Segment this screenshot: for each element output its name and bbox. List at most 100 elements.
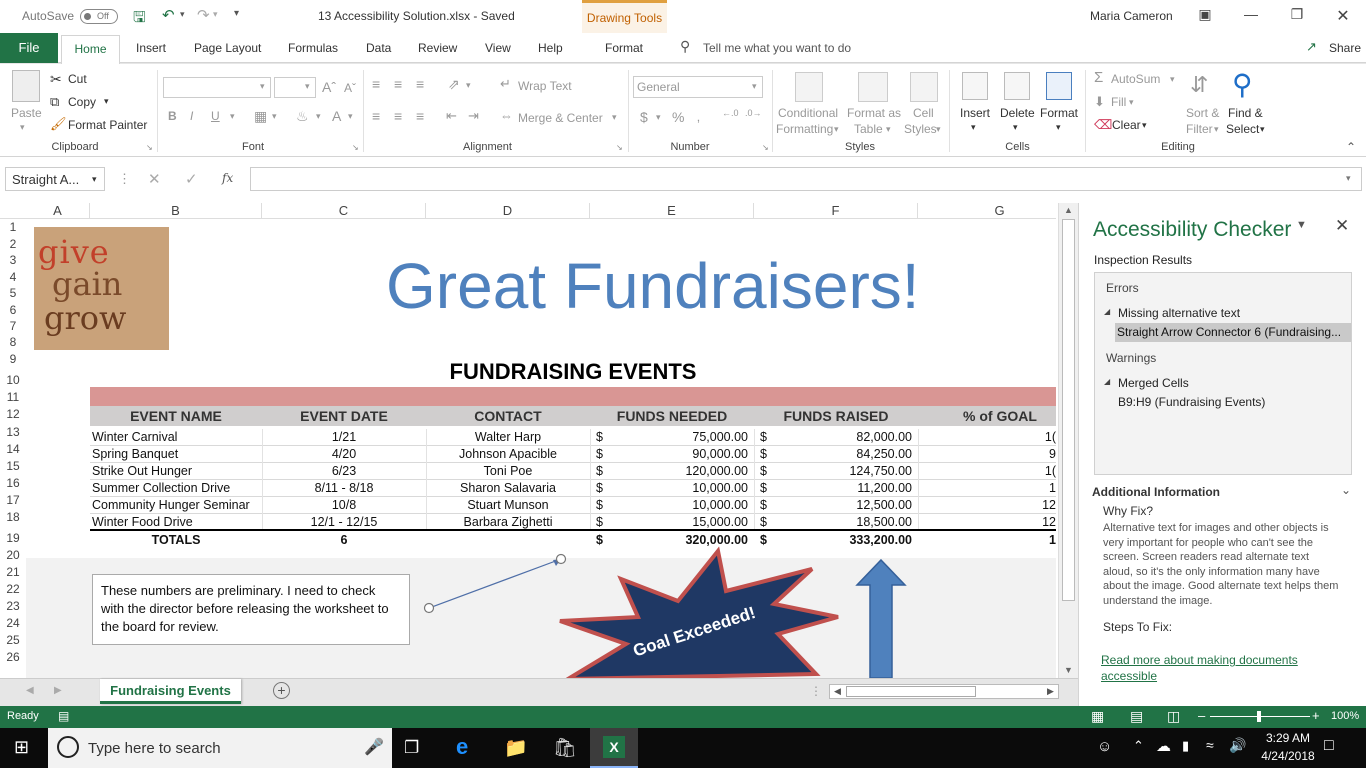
- bottom-align-icon[interactable]: ≡: [416, 76, 424, 92]
- up-arrow-shape[interactable]: [854, 557, 908, 678]
- page-break-view-icon[interactable]: ◫: [1167, 708, 1180, 725]
- sheet-scroll-right-icon[interactable]: ▶: [54, 685, 62, 696]
- warnings-expand-icon[interactable]: ◢: [1104, 377, 1110, 386]
- borders-icon[interactable]: ▦: [254, 108, 267, 125]
- shrink-font-icon[interactable]: Aˇ: [344, 81, 356, 95]
- format-cells-icon[interactable]: [1046, 72, 1072, 100]
- align-right-icon[interactable]: ≡: [416, 108, 424, 124]
- cut-button[interactable]: Cut: [68, 72, 87, 86]
- tell-me-box[interactable]: Tell me what you want to do: [703, 41, 851, 55]
- insert-cells-button[interactable]: Insert: [960, 106, 990, 120]
- fill-dropdown-icon[interactable]: ▾: [1129, 97, 1134, 108]
- insert-cells-dropdown-icon[interactable]: ▾: [971, 122, 976, 133]
- user-name[interactable]: Maria Cameron: [1090, 9, 1173, 23]
- goal-exceeded-starburst[interactable]: Goal Exceeded!: [556, 546, 846, 678]
- wifi-icon[interactable]: ≈: [1206, 737, 1214, 753]
- copy-button[interactable]: Copy: [68, 95, 96, 109]
- cell-grid[interactable]: give gain grow Great Fundraisers! FUNDRA…: [26, 219, 1056, 678]
- column-header-b[interactable]: B: [90, 203, 262, 219]
- copy-dropdown-icon[interactable]: ▾: [104, 96, 109, 107]
- row-header[interactable]: 14: [0, 442, 26, 459]
- paste-button[interactable]: Paste: [11, 106, 42, 120]
- pane-close-icon[interactable]: ✕: [1335, 216, 1349, 236]
- cell-styles-button[interactable]: Cell: [913, 106, 934, 120]
- share-button[interactable]: Share: [1329, 41, 1361, 55]
- format-cells-button[interactable]: Format: [1040, 106, 1078, 120]
- pane-options-icon[interactable]: ▼: [1296, 219, 1307, 231]
- customize-qat-icon[interactable]: ▾: [234, 8, 239, 19]
- font-name-dropdown-icon[interactable]: ▾: [260, 81, 265, 92]
- number-launcher-icon[interactable]: ↘: [762, 143, 769, 152]
- increase-decimal-icon[interactable]: ←.0: [722, 108, 739, 118]
- collapse-ribbon-icon[interactable]: ⌃: [1346, 140, 1356, 154]
- sheet-tab-fundraising-events[interactable]: Fundraising Events: [100, 679, 241, 704]
- number-format-dropdown-icon[interactable]: ▾: [752, 81, 757, 92]
- taskbar-search-box[interactable]: Type here to search 🎤: [48, 728, 392, 768]
- zoom-level[interactable]: 100%: [1331, 710, 1359, 722]
- decrease-indent-icon[interactable]: ⇤: [446, 108, 457, 124]
- edge-icon[interactable]: e: [456, 734, 468, 760]
- vertical-scroll-thumb[interactable]: [1062, 219, 1075, 601]
- tab-page-layout[interactable]: Page Layout: [194, 41, 261, 55]
- zoom-slider-thumb[interactable]: [1257, 711, 1261, 722]
- clipboard-launcher-icon[interactable]: ↘: [146, 143, 153, 152]
- row-header[interactable]: 12: [0, 407, 26, 425]
- alignment-launcher-icon[interactable]: ↘: [616, 143, 623, 152]
- merge-center-icon[interactable]: ⇔: [500, 108, 513, 123]
- additional-collapse-icon[interactable]: ⌄: [1341, 483, 1351, 497]
- row-header[interactable]: 16: [0, 476, 26, 493]
- undo-icon[interactable]: ↶: [162, 6, 175, 24]
- underline-button[interactable]: U: [211, 109, 220, 123]
- tab-data[interactable]: Data: [366, 41, 391, 55]
- name-box[interactable]: Straight A...: [5, 167, 105, 191]
- clock-date[interactable]: 4/24/2018: [1254, 749, 1322, 763]
- errors-expand-icon[interactable]: ◢: [1104, 307, 1110, 316]
- paste-icon[interactable]: [12, 70, 40, 102]
- confirm-entry-icon[interactable]: ✓: [185, 170, 198, 188]
- redo-dropdown-icon[interactable]: ▾: [213, 9, 218, 20]
- align-center-icon[interactable]: ≡: [394, 108, 402, 124]
- cancel-entry-icon[interactable]: ✕: [148, 170, 161, 188]
- cell-styles-icon[interactable]: [910, 72, 938, 102]
- font-size-dropdown-icon[interactable]: ▾: [305, 81, 310, 92]
- tab-home[interactable]: Home: [61, 35, 120, 64]
- battery-icon[interactable]: ▮: [1182, 738, 1189, 754]
- people-icon[interactable]: ☺: [1097, 738, 1112, 755]
- increase-indent-icon[interactable]: ⇥: [468, 108, 479, 124]
- autosum-button[interactable]: AutoSum: [1111, 72, 1160, 86]
- wrap-text-icon[interactable]: ↵: [500, 76, 511, 92]
- row-header[interactable]: 2: [0, 237, 26, 253]
- missing-alt-text-group[interactable]: Missing alternative text: [1118, 306, 1240, 320]
- merged-cells-group[interactable]: Merged Cells: [1118, 376, 1189, 390]
- underline-dropdown-icon[interactable]: ▾: [230, 111, 235, 122]
- tab-format[interactable]: Format: [605, 41, 643, 55]
- conditional-formatting-button[interactable]: Conditional: [778, 106, 838, 120]
- row-header[interactable]: 22: [0, 582, 26, 599]
- autosave-toggle[interactable]: Off: [80, 9, 118, 24]
- row-header[interactable]: 5: [0, 286, 26, 303]
- redo-icon[interactable]: ↷: [197, 6, 210, 24]
- straight-arrow-connector[interactable]: [421, 549, 571, 619]
- row-header[interactable]: 21: [0, 565, 26, 582]
- insert-function-button[interactable]: fx: [222, 171, 233, 185]
- find-select-icon[interactable]: ⚲: [1232, 68, 1253, 101]
- clock-time[interactable]: 3:29 AM: [1258, 731, 1318, 745]
- row-header[interactable]: 25: [0, 633, 26, 650]
- find-select-dropdown-icon[interactable]: ▾: [1260, 124, 1265, 135]
- new-sheet-icon[interactable]: +: [273, 682, 290, 699]
- excel-taskbar-button[interactable]: X: [590, 728, 638, 768]
- number-format-box[interactable]: General: [633, 76, 763, 98]
- row-header[interactable]: 9: [0, 352, 26, 373]
- horizontal-scrollbar[interactable]: ◀ ▶: [829, 684, 1059, 699]
- merge-center-button[interactable]: Merge & Center: [518, 111, 603, 125]
- store-icon[interactable]: 🛍: [553, 736, 577, 760]
- borders-dropdown-icon[interactable]: ▾: [272, 111, 277, 122]
- expand-formula-icon[interactable]: ▾: [1346, 173, 1351, 184]
- clear-icon[interactable]: ⌫: [1094, 117, 1112, 133]
- row-header[interactable]: 20: [0, 548, 26, 565]
- zoom-in-icon[interactable]: +: [1312, 708, 1320, 723]
- connector-start-handle[interactable]: [423, 602, 435, 614]
- insert-cells-icon[interactable]: [962, 72, 988, 100]
- cell-styles-dropdown-icon[interactable]: ▾: [936, 124, 941, 135]
- row-header[interactable]: 7: [0, 319, 26, 335]
